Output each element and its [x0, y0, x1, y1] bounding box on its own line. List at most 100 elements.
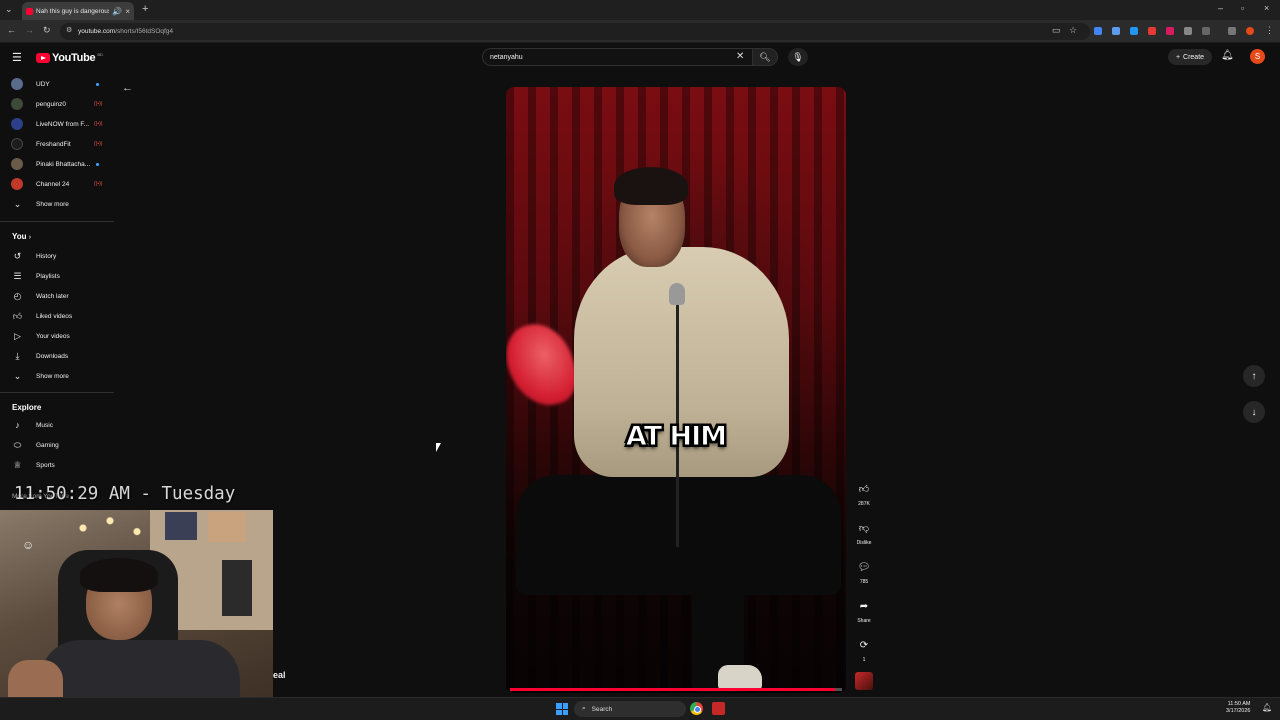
progress-bar[interactable]	[510, 688, 842, 691]
share-button[interactable]: ➦ Share	[852, 595, 876, 625]
subscription-item[interactable]: penguinz0 ((•))	[0, 94, 112, 114]
profile-icon[interactable]	[1246, 27, 1254, 35]
sidebar-item-label: Your videos	[36, 332, 70, 340]
address-bar[interactable]: ⚙ youtube.com/shorts/I56tdSOqfg4	[60, 23, 1090, 40]
comments-button[interactable]: 💬︎ 785	[852, 556, 876, 586]
sidebar-item-history[interactable]: ↺ History	[0, 246, 112, 266]
extensions-puzzle-icon[interactable]	[1202, 27, 1210, 35]
thumbs-down-icon: 👎︎	[858, 523, 870, 534]
reload-icon[interactable]: ↻	[43, 26, 51, 35]
partial-overlay-text: eal	[273, 670, 286, 680]
site-info-icon[interactable]: ⚙	[66, 26, 72, 34]
browser-tab[interactable]: Nah this guy is dangerous 🔊 ×	[22, 2, 134, 20]
sidebar-item-playlists[interactable]: ☰ Playlists	[0, 266, 112, 286]
speaker-icon[interactable]: 🔊	[112, 7, 122, 16]
show-more-you[interactable]: ⌄ Show more	[0, 366, 112, 386]
sidebar-item-downloads[interactable]: ⤓ Downloads	[0, 346, 112, 366]
channel-avatar	[11, 98, 23, 110]
extension-icon[interactable]	[1184, 27, 1192, 35]
tab-title: Nah this guy is dangerous	[36, 7, 110, 15]
youtube-logo[interactable]: YouTube BD	[36, 52, 103, 64]
subscription-label: UDY	[36, 80, 50, 88]
url-path: /shorts/I56tdSOqfg4	[115, 28, 174, 35]
video-caption: AT HIM	[625, 421, 727, 453]
channel-avatar	[11, 78, 23, 90]
sound-channel-thumbnail[interactable]	[855, 672, 873, 690]
back-arrow-icon[interactable]: ←	[122, 82, 133, 94]
url-host: youtube.com	[78, 28, 116, 35]
voice-search-button[interactable]: 🎙︎	[788, 48, 808, 66]
remix-button[interactable]: ⟳ 1	[852, 634, 876, 664]
dislike-button[interactable]: 👎︎ Dislike	[852, 517, 876, 546]
subscription-item[interactable]: UDY	[0, 74, 112, 94]
wall-poster	[208, 512, 246, 542]
tab-search-icon[interactable]: ⌄	[5, 5, 13, 14]
notification-icon[interactable]: 🔔︎	[1262, 703, 1272, 712]
logo-text: YouTube	[52, 52, 96, 64]
app-taskbar-icon[interactable]	[712, 702, 725, 715]
subscription-label: penguinz0	[36, 100, 66, 108]
next-short-button[interactable]: ↓	[1243, 401, 1265, 423]
comment-count: 785	[859, 579, 869, 585]
subscription-item[interactable]: Pinaki Bhattacha...	[0, 154, 112, 174]
extension-icon[interactable]	[1112, 27, 1120, 35]
you-heading[interactable]: You ›	[12, 232, 31, 241]
arrow-down-icon: ↓	[1251, 406, 1257, 418]
bookmark-star-icon[interactable]: ☆	[1069, 26, 1077, 35]
live-indicator-icon: ((•))	[94, 181, 103, 187]
extension-icon[interactable]	[1094, 27, 1102, 35]
browser-menu-icon[interactable]: ⋮	[1265, 26, 1274, 35]
like-button[interactable]: 👍︎ 287K	[852, 478, 876, 507]
show-more-label: Show more	[36, 372, 69, 380]
extension-icon[interactable]	[1166, 27, 1174, 35]
sidebar-item-sports[interactable]: ♕ Sports	[0, 455, 112, 475]
live-indicator-icon: ((•))	[94, 141, 103, 147]
wall-poster	[165, 512, 197, 540]
minimize-icon[interactable]: –	[1218, 4, 1223, 13]
show-more-subscriptions[interactable]: ⌄ Show more	[0, 194, 112, 214]
windows-start-icon[interactable]	[556, 703, 568, 715]
clear-search-icon[interactable]: ✕	[736, 51, 744, 62]
mouse-cursor	[436, 443, 441, 452]
window-close-icon[interactable]: ×	[1264, 4, 1269, 13]
forward-icon[interactable]: →	[25, 26, 34, 35]
shorts-video-player[interactable]: AT HIM	[506, 87, 846, 693]
mic-stand	[676, 287, 679, 547]
clock-overlay: 11:50:29 AM - Tuesday	[14, 484, 236, 504]
sidebar-item-watch-later[interactable]: ◴ Watch later	[0, 286, 112, 306]
trophy-icon: ♕	[13, 459, 22, 470]
search-input[interactable]: netanyahu	[482, 48, 754, 66]
history-icon: ↺	[13, 250, 22, 261]
browser-toolbar: ← → ↻ ⚙ youtube.com/shorts/I56tdSOqfg4 ▭…	[0, 20, 1280, 43]
back-icon[interactable]: ←	[7, 26, 16, 35]
microphone-head	[669, 283, 685, 305]
remix-count: 1	[862, 657, 866, 663]
sidebar-item-music[interactable]: ♪ Music	[0, 415, 112, 435]
search-icon: ⌕	[582, 705, 586, 712]
subscription-item[interactable]: FreshandFit ((•))	[0, 134, 112, 154]
notifications-bell-icon[interactable]: 🔔︎	[1221, 50, 1234, 61]
previous-short-button[interactable]: ↑	[1243, 365, 1265, 387]
extension-icon[interactable]	[1228, 27, 1236, 35]
hamburger-menu-icon[interactable]: ☰	[12, 51, 22, 64]
taskbar-search[interactable]: ⌕ Search	[574, 701, 686, 717]
new-tab-icon[interactable]: +	[142, 4, 148, 15]
sidebar-item-gaming[interactable]: ⬭ Gaming	[0, 435, 112, 455]
sidebar-item-liked-videos[interactable]: 👍︎ Liked videos	[0, 306, 112, 326]
create-button[interactable]: + Create	[1168, 49, 1212, 65]
taskbar-clock[interactable]: 11:50 AM 3/17/2026	[1226, 701, 1250, 715]
extension-icon[interactable]	[1130, 27, 1138, 35]
clock-icon: ◴	[13, 290, 22, 301]
sidebar-item-your-videos[interactable]: ▷ Your videos	[0, 326, 112, 346]
performer-hair	[614, 167, 688, 205]
subscription-item[interactable]: Channel 24 ((•))	[0, 174, 112, 194]
chrome-taskbar-icon[interactable]	[690, 702, 703, 715]
subscription-label: Channel 24	[36, 180, 70, 188]
search-button[interactable]: 🔍︎	[752, 48, 778, 66]
tab-close-icon[interactable]: ×	[125, 7, 130, 16]
extension-icon[interactable]	[1148, 27, 1156, 35]
maximize-icon[interactable]: ▫	[1241, 4, 1244, 13]
account-avatar[interactable]: S	[1250, 49, 1265, 64]
subscription-item[interactable]: LiveNOW from F... ((•))	[0, 114, 112, 134]
install-app-icon[interactable]: ▭	[1052, 26, 1061, 35]
